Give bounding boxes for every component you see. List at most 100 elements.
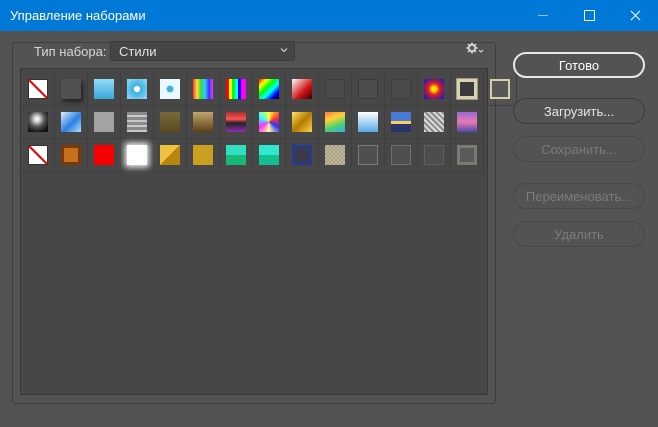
chevron-down-icon (280, 48, 288, 53)
style-swatch-sky-gradient[interactable] (352, 106, 385, 139)
style-swatch-gold-sheen[interactable] (286, 106, 319, 139)
style-swatch-teal-envelope-2[interactable] (253, 139, 286, 172)
style-preview-inset-square (457, 145, 477, 165)
style-swatch-drop-shadow-gray[interactable] (55, 73, 88, 106)
style-swatch-blue-dot[interactable] (121, 73, 154, 106)
style-preview-drop-shadow-gray (61, 79, 81, 99)
style-swatch-outline-square[interactable] (352, 139, 385, 172)
style-swatch-noise-color[interactable] (253, 106, 286, 139)
style-swatch-gold-envelope[interactable] (154, 139, 187, 172)
style-swatch-olive-brown[interactable] (154, 106, 187, 139)
style-swatch-outline-square-2[interactable] (385, 139, 418, 172)
style-swatch-rainbow-diagonal[interactable] (319, 106, 352, 139)
save-button[interactable]: Сохранить... (513, 136, 645, 162)
style-preview-engraved-frame (424, 112, 444, 132)
style-preview-white-glow (127, 145, 147, 165)
style-preview-dark-square-2 (358, 79, 378, 99)
style-swatch-blue-gradient[interactable] (88, 73, 121, 106)
style-preview-blue-dot (127, 79, 147, 99)
style-swatch-inset-square[interactable] (451, 139, 484, 172)
style-preview-outline-square (358, 145, 378, 165)
style-preview-copper-frame (61, 145, 81, 165)
minimize-icon[interactable] (520, 0, 566, 31)
no-style-icon (28, 79, 48, 99)
style-swatch-beige-frame[interactable] (484, 73, 517, 106)
style-swatch-dark-square-2[interactable] (352, 73, 385, 106)
style-preview-brown-gradient (193, 112, 213, 132)
style-swatch-gray-flat[interactable] (88, 106, 121, 139)
style-preview-outline-square-2 (391, 145, 411, 165)
style-preview-blue-dot-light (160, 79, 180, 99)
close-icon[interactable] (612, 0, 658, 31)
style-swatch-outline-square-3[interactable] (418, 139, 451, 172)
style-swatch-rainbow-vertical[interactable] (187, 73, 220, 106)
style-preview-gold-flat (193, 145, 213, 165)
style-swatch-copper-frame[interactable] (55, 139, 88, 172)
style-swatch-white-glow[interactable] (121, 139, 154, 172)
style-swatch-gold-flat[interactable] (187, 139, 220, 172)
style-preview-rainbow-vertical (193, 79, 213, 99)
style-preview-navy-frame (292, 145, 312, 165)
style-swatch-teal-envelope[interactable] (220, 139, 253, 172)
style-preview-teal-envelope-2 (259, 145, 279, 165)
style-swatch-purple-stripes[interactable] (451, 106, 484, 139)
style-swatch-blue-glass[interactable] (55, 106, 88, 139)
style-swatch-navy-frame[interactable] (286, 139, 319, 172)
style-preview-purple-stripes (457, 112, 477, 132)
style-preview-teal-envelope (226, 145, 246, 165)
gear-icon[interactable] (466, 42, 484, 56)
style-preview-dark-square-3 (391, 79, 411, 99)
style-swatch-none[interactable] (22, 73, 55, 106)
style-swatch-none[interactable] (22, 139, 55, 172)
style-swatch-chrome-ball[interactable] (22, 106, 55, 139)
style-preview-red-solid (94, 145, 114, 165)
style-preview-sunset-horizon (391, 112, 411, 132)
style-preview-red-stripes (226, 112, 246, 132)
title-bar: Управление наборами (0, 0, 658, 31)
maximize-icon[interactable] (566, 0, 612, 31)
style-swatch-stone-texture[interactable] (319, 139, 352, 172)
style-preview-blue-gradient (94, 79, 114, 99)
style-swatch-purple-orange[interactable] (418, 73, 451, 106)
style-preview-rainbow-diagonal (325, 112, 345, 132)
delete-button[interactable]: Удалить (513, 221, 645, 247)
style-swatch-red-fade[interactable] (286, 73, 319, 106)
style-preview-gray-flat (94, 112, 114, 132)
style-swatch-red-stripes[interactable] (220, 106, 253, 139)
style-preview-olive-brown (160, 112, 180, 132)
window-title: Управление наборами (10, 8, 146, 23)
style-preview-sky-gradient (358, 112, 378, 132)
style-swatch-dark-square-3[interactable] (385, 73, 418, 106)
style-preview-noise-color (259, 112, 279, 132)
style-preview-gold-sheen (292, 112, 312, 132)
style-swatch-yellow-radial[interactable] (451, 73, 484, 106)
style-swatch-blue-dot-light[interactable] (154, 73, 187, 106)
style-swatch-red-solid[interactable] (88, 139, 121, 172)
style-preview-metal-text (127, 112, 147, 132)
style-preview-chrome-ball (28, 112, 48, 132)
style-preview-none (28, 145, 48, 165)
rename-button[interactable]: Переименовать... (513, 183, 645, 209)
set-type-dropdown[interactable]: Стили (110, 41, 295, 61)
style-preview-none (28, 79, 48, 99)
style-preview-dark-square (325, 79, 345, 99)
style-preview-purple-orange (424, 79, 444, 99)
style-swatch-brown-gradient[interactable] (187, 106, 220, 139)
style-swatch-sunset-horizon[interactable] (385, 106, 418, 139)
style-preview-stone-texture (325, 145, 345, 165)
style-swatch-dark-square[interactable] (319, 73, 352, 106)
set-type-label: Тип набора: (34, 44, 107, 59)
style-swatch-rainbow-bars[interactable] (220, 73, 253, 106)
style-preview-gold-envelope (160, 145, 180, 165)
done-button[interactable]: Готово (513, 52, 645, 78)
style-preview-spectrum (259, 79, 279, 99)
style-swatch-metal-text[interactable] (121, 106, 154, 139)
style-preview-red-fade (292, 79, 312, 99)
load-button[interactable]: Загрузить... (513, 98, 645, 124)
style-preview-beige-frame (490, 79, 510, 99)
style-swatch-engraved-frame[interactable] (418, 106, 451, 139)
style-preview-blue-glass (61, 112, 81, 132)
style-swatch-spectrum[interactable] (253, 73, 286, 106)
set-type-value: Стили (119, 44, 157, 59)
style-preview-outline-square-3 (424, 145, 444, 165)
